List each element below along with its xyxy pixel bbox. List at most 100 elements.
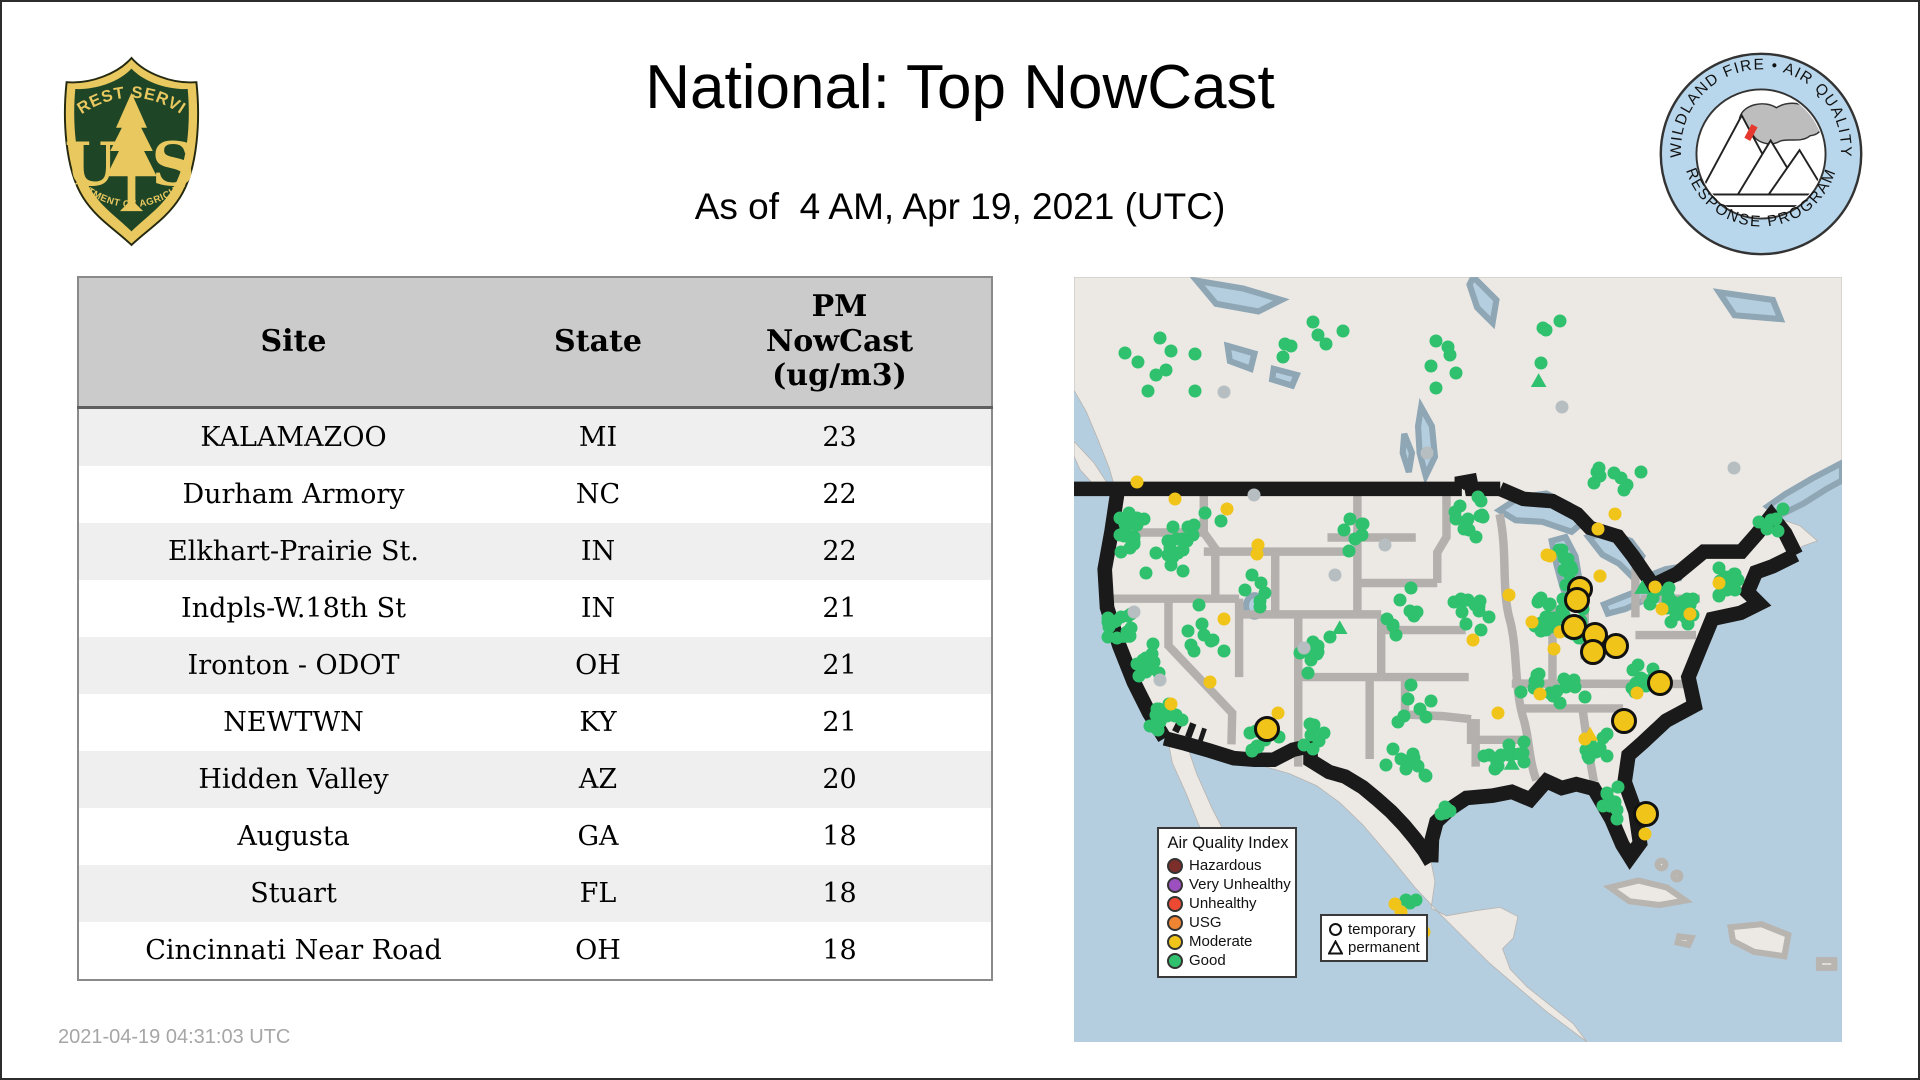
monitor-dot-good xyxy=(1254,576,1268,590)
column-header-pm: PM NowCast (ug/m3) xyxy=(688,277,992,409)
monitor-dot-good xyxy=(1217,644,1231,658)
monitor-dot-good xyxy=(1149,368,1163,382)
monitor-dot-good xyxy=(1468,598,1482,612)
monitor-dot-good xyxy=(1459,617,1473,631)
table-cell-state: MI xyxy=(508,407,688,466)
air-quality-map: Air Quality Index Hazardous Very Unhealth… xyxy=(1074,277,1842,1042)
monitor-dot-good xyxy=(1343,512,1357,526)
monitor-dot-good xyxy=(1603,799,1617,813)
monitor-dot-moderate xyxy=(1608,507,1622,521)
column-header-state: State xyxy=(508,277,688,409)
monitor-dot-good xyxy=(1181,624,1195,638)
monitor-dot-inactive xyxy=(1378,538,1392,552)
generated-timestamp: 2021-04-19 04:31:03 UTC xyxy=(58,1026,291,1048)
legend-row-permanent: permanent xyxy=(1328,939,1420,956)
permanent-triangle-icon xyxy=(1328,940,1343,955)
top-site-marker xyxy=(1580,638,1607,665)
monitor-dot-good xyxy=(1680,592,1694,606)
monitor-dot-inactive xyxy=(1420,446,1434,460)
aqi-legend-item: Unhealthy xyxy=(1167,895,1289,912)
monitor-dot-moderate xyxy=(1591,522,1605,536)
monitor-dot-good xyxy=(1117,529,1131,543)
monitor-dot-good xyxy=(1760,522,1774,536)
top-site-marker xyxy=(1610,707,1637,734)
table-cell-state: OH xyxy=(508,637,688,694)
monitor-dot-good xyxy=(1393,593,1407,607)
monitor-dot-good xyxy=(1206,633,1220,647)
monitor-dot-good xyxy=(1214,514,1228,528)
monitor-dot-good xyxy=(1590,465,1604,479)
monitor-dot-good xyxy=(1596,731,1610,745)
monitor-dot-inactive xyxy=(1217,385,1231,399)
monitor-dot-good xyxy=(1403,604,1417,618)
monitor-dot-good xyxy=(1192,598,1206,612)
table-cell-value: 18 xyxy=(688,922,992,980)
top-site-marker xyxy=(1253,716,1280,743)
monitor-dot-good xyxy=(1379,758,1393,772)
monitor-dot-good xyxy=(1443,804,1457,818)
aqi-legend: Air Quality Index Hazardous Very Unhealth… xyxy=(1157,827,1297,978)
page-title: National: Top NowCast xyxy=(645,53,1275,122)
monitor-dot-good xyxy=(1399,893,1413,907)
monitor-dot-good xyxy=(1386,742,1400,756)
aqi-swatch-icon xyxy=(1167,952,1183,969)
monitor-dot-good xyxy=(1662,581,1676,595)
monitor-dot-moderate xyxy=(1543,549,1557,563)
marker-shape-legend: temporary permanent xyxy=(1320,914,1428,962)
permanent-monitor-triangle xyxy=(1331,620,1348,635)
monitor-dot-good xyxy=(1276,350,1290,364)
monitor-dot-good xyxy=(1557,672,1571,686)
monitor-dot-good xyxy=(1607,466,1621,480)
monitor-dot-good xyxy=(1600,786,1614,800)
table-cell-site: Stuart xyxy=(78,865,508,922)
aqi-legend-label: Moderate xyxy=(1189,933,1253,950)
table-row: Durham Armory NC 22 xyxy=(78,466,992,523)
table-cell-state: IN xyxy=(508,523,688,580)
monitor-dot-good xyxy=(1725,572,1739,586)
table-header-row: Site State PM NowCast (ug/m3) xyxy=(78,277,992,409)
monitor-dot-good xyxy=(1539,323,1553,337)
aqi-legend-label: Very Unhealthy xyxy=(1189,876,1291,893)
monitor-dot-good xyxy=(1164,344,1178,358)
monitor-dot-good xyxy=(1386,618,1400,632)
monitor-dot-good xyxy=(1514,685,1528,699)
monitor-dot-good xyxy=(1404,678,1418,692)
monitor-dot-moderate xyxy=(1630,686,1644,700)
monitor-dot-good xyxy=(1306,315,1320,329)
wfaqrp-logo: WILDLAND FIRE • AIR QUALITY RESPONSE PRO… xyxy=(1659,52,1863,256)
monitor-dot-good xyxy=(1188,347,1202,361)
monitor-dot-good xyxy=(1176,532,1190,546)
monitor-dot-good xyxy=(1124,621,1138,635)
table-cell-value: 20 xyxy=(688,751,992,808)
table-cell-site: Indpls-W.18th St xyxy=(78,580,508,637)
monitor-dot-good xyxy=(1482,610,1496,624)
monitor-dot-moderate xyxy=(1130,475,1144,489)
aqi-swatch-icon xyxy=(1167,914,1183,931)
monitor-dot-moderate xyxy=(1466,633,1480,647)
monitor-dot-good xyxy=(1127,512,1141,526)
table-cell-state: AZ xyxy=(508,751,688,808)
aqi-legend-item: Good xyxy=(1167,952,1289,969)
table-cell-value: 18 xyxy=(688,865,992,922)
temporary-circle-icon xyxy=(1329,923,1342,936)
monitor-dot-good xyxy=(1404,581,1418,595)
table-row: NEWTWN KY 21 xyxy=(78,694,992,751)
monitor-dot-good xyxy=(1477,749,1490,763)
table-cell-value: 22 xyxy=(688,523,992,580)
monitor-dot-good xyxy=(1771,524,1785,538)
table-cell-site: Durham Armory xyxy=(78,466,508,523)
table-row: KALAMAZOO MI 23 xyxy=(78,407,992,466)
top-site-marker xyxy=(1646,670,1673,697)
top-site-marker xyxy=(1603,632,1630,659)
table-cell-state: IN xyxy=(508,580,688,637)
legend-label-permanent: permanent xyxy=(1348,939,1420,956)
table-cell-value: 22 xyxy=(688,466,992,523)
monitor-dot-good xyxy=(1188,384,1202,398)
monitor-dot-good xyxy=(1301,666,1315,680)
monitor-dot-good xyxy=(1474,494,1488,508)
monitor-dot-good xyxy=(1150,710,1164,724)
monitor-dot-inactive xyxy=(1153,673,1167,687)
monitor-dot-good xyxy=(1306,742,1320,756)
monitor-dot-good xyxy=(1391,715,1405,728)
monitor-dot-good xyxy=(1532,667,1546,681)
